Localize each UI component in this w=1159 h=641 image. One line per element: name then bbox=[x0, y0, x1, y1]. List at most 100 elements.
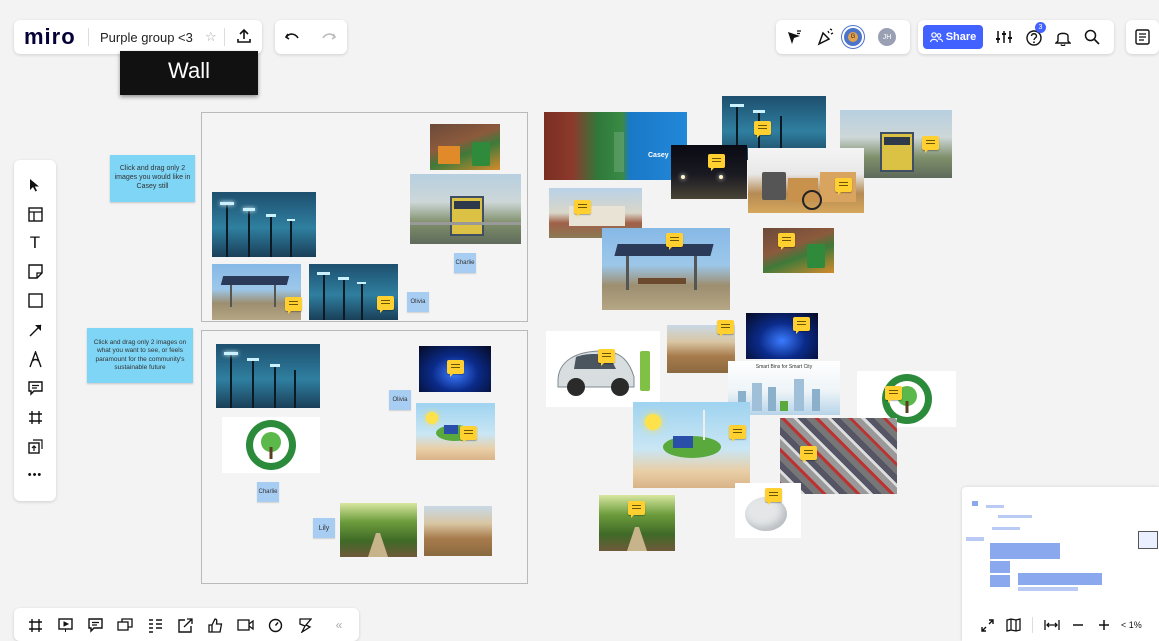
name-tag[interactable]: Charlie bbox=[454, 253, 476, 273]
fit-width-icon[interactable] bbox=[1041, 619, 1063, 631]
casey-label: Casey bbox=[648, 152, 669, 159]
minimap-thumb bbox=[986, 505, 1004, 508]
redo-icon[interactable] bbox=[321, 29, 337, 45]
comment-icon[interactable] bbox=[922, 136, 939, 153]
frame-icon[interactable] bbox=[22, 404, 48, 430]
comment-icon[interactable] bbox=[885, 386, 902, 403]
comment-icon[interactable] bbox=[717, 320, 734, 337]
comment-icon[interactable] bbox=[793, 317, 810, 334]
comments-icon[interactable] bbox=[84, 615, 106, 635]
video-chat-icon[interactable] bbox=[234, 615, 256, 635]
name-tag[interactable]: Olivia bbox=[407, 292, 429, 312]
comment-icon[interactable] bbox=[666, 233, 683, 250]
minimap-thumb bbox=[1018, 573, 1102, 585]
minimap-thumb bbox=[1018, 587, 1078, 591]
name-tag[interactable]: Lily bbox=[313, 518, 335, 538]
minimap-thumb bbox=[992, 527, 1020, 530]
comment-icon[interactable] bbox=[800, 446, 817, 463]
comment-icon[interactable] bbox=[22, 375, 48, 401]
bins-image[interactable] bbox=[763, 228, 834, 273]
more-icon[interactable]: ••• bbox=[22, 462, 48, 488]
comment-icon[interactable] bbox=[754, 121, 771, 138]
avatar-initial: JH bbox=[882, 33, 892, 41]
minimap-thumb bbox=[972, 501, 978, 506]
pen-icon[interactable] bbox=[22, 346, 48, 372]
zoom-level[interactable]: < 1% bbox=[1121, 620, 1142, 630]
templates-icon[interactable] bbox=[22, 201, 48, 227]
star-icon[interactable]: ☆ bbox=[205, 29, 217, 45]
comment-icon[interactable] bbox=[574, 200, 591, 217]
board-header: miro Purple group <3 ☆ bbox=[14, 20, 262, 54]
settings-sliders-icon[interactable] bbox=[995, 29, 1013, 45]
divider bbox=[1032, 617, 1033, 633]
comment-icon[interactable] bbox=[447, 360, 464, 377]
comment-icon[interactable] bbox=[708, 154, 725, 171]
minimap-thumb bbox=[990, 575, 1010, 587]
zoom-out-icon[interactable] bbox=[1067, 619, 1089, 631]
map-icon[interactable] bbox=[1002, 618, 1024, 632]
collapse-toolbar-icon[interactable]: « bbox=[328, 615, 350, 635]
name-tag[interactable]: Charlie bbox=[257, 482, 279, 502]
divider bbox=[88, 28, 89, 46]
connection-line-icon[interactable] bbox=[22, 317, 48, 343]
comment-icon[interactable] bbox=[598, 349, 615, 366]
minimap-viewport[interactable] bbox=[1138, 531, 1158, 549]
minimap-thumb bbox=[990, 543, 1060, 559]
bell-icon[interactable] bbox=[1055, 29, 1071, 46]
minimap-thumb bbox=[998, 515, 1032, 518]
comment-icon[interactable] bbox=[460, 426, 477, 443]
comment-icon[interactable] bbox=[377, 296, 394, 313]
sticky-note-icon[interactable] bbox=[22, 258, 48, 284]
comment-icon[interactable] bbox=[778, 233, 795, 250]
minimap[interactable]: < 1% bbox=[962, 487, 1159, 641]
smart-streetlights-image[interactable] bbox=[216, 344, 320, 408]
fit-screen-icon[interactable] bbox=[976, 618, 998, 632]
export-icon[interactable] bbox=[236, 28, 252, 44]
cursor-flag-icon[interactable] bbox=[786, 29, 802, 45]
miro-logo[interactable]: miro bbox=[24, 24, 76, 50]
comment-icon[interactable] bbox=[729, 425, 746, 442]
instruction-sticky[interactable]: Click and drag only 2 images on what you… bbox=[87, 328, 193, 383]
search-icon[interactable] bbox=[1084, 29, 1100, 45]
reactions-icon[interactable] bbox=[816, 28, 834, 46]
smart-streetlights-image[interactable] bbox=[212, 192, 316, 257]
zoom-controls: < 1% bbox=[962, 609, 1159, 641]
share-button[interactable]: Share bbox=[923, 25, 983, 49]
board-list-icon[interactable] bbox=[144, 615, 166, 635]
name-tag[interactable]: Olivia bbox=[389, 390, 411, 410]
upload-icon[interactable] bbox=[22, 433, 48, 459]
forest-path-image[interactable] bbox=[340, 503, 417, 557]
shape-icon[interactable] bbox=[22, 287, 48, 313]
bins-image[interactable] bbox=[430, 124, 500, 170]
avatar[interactable]: G bbox=[842, 26, 864, 48]
frames-icon[interactable] bbox=[24, 615, 46, 635]
comment-icon[interactable] bbox=[285, 297, 302, 314]
comment-icon[interactable] bbox=[765, 488, 782, 505]
text-icon[interactable]: T bbox=[22, 230, 48, 256]
carbon-neutral-image[interactable] bbox=[222, 417, 320, 473]
green-energy-hand-image[interactable] bbox=[416, 403, 495, 460]
board-title[interactable]: Purple group <3 bbox=[100, 30, 193, 45]
timer-icon[interactable] bbox=[264, 615, 286, 635]
notes-icon[interactable] bbox=[1135, 29, 1150, 45]
instruction-sticky[interactable]: Click and drag only 2 images you would l… bbox=[110, 155, 195, 202]
electric-car-image[interactable] bbox=[546, 331, 660, 407]
presentation-icon[interactable] bbox=[54, 615, 76, 635]
activity-icon[interactable] bbox=[294, 615, 316, 635]
train-station-image[interactable] bbox=[410, 174, 521, 244]
select-icon[interactable] bbox=[22, 172, 48, 198]
wall-label[interactable]: Wall bbox=[120, 51, 258, 95]
dry-landscape-image[interactable] bbox=[424, 506, 492, 556]
green-energy-hand-image[interactable] bbox=[633, 402, 750, 488]
zoom-in-icon[interactable] bbox=[1093, 619, 1115, 631]
share-panel: Share 3 bbox=[918, 20, 1114, 54]
share-screen-icon[interactable] bbox=[174, 615, 196, 635]
casey-bins-image[interactable]: Casey bbox=[544, 112, 687, 180]
comment-icon[interactable] bbox=[835, 178, 852, 195]
undo-icon[interactable] bbox=[284, 29, 300, 45]
undo-redo-panel bbox=[275, 20, 347, 54]
avatar[interactable]: JH bbox=[876, 26, 898, 48]
cards-icon[interactable] bbox=[114, 615, 136, 635]
comment-icon[interactable] bbox=[628, 501, 645, 518]
voting-icon[interactable] bbox=[204, 615, 226, 635]
